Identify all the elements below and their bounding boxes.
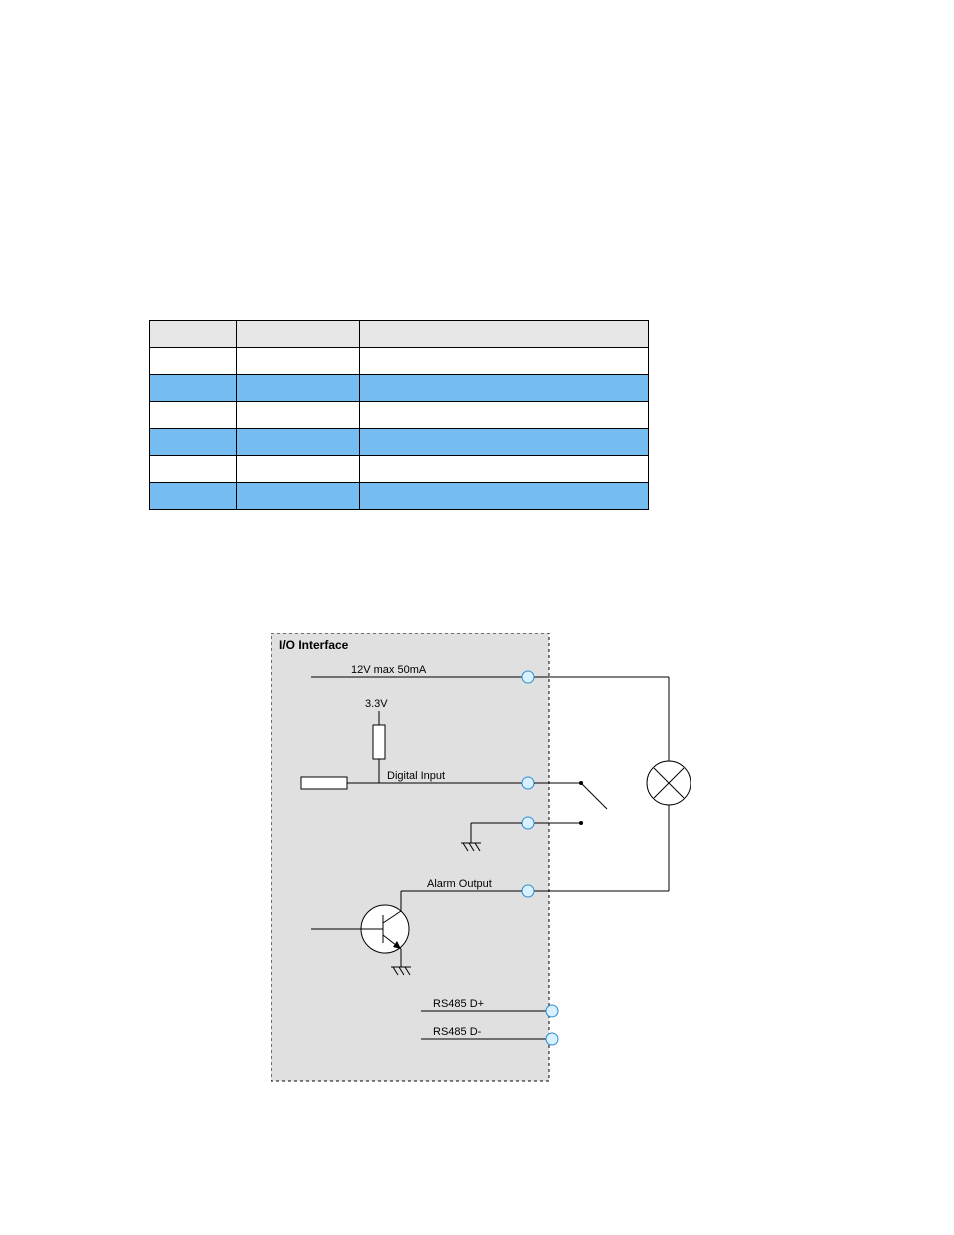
cell bbox=[359, 375, 648, 402]
cell bbox=[359, 483, 648, 510]
logic-voltage-label: 3.3V bbox=[365, 698, 388, 710]
cell bbox=[236, 456, 359, 483]
terminal-icon bbox=[522, 671, 534, 683]
cell bbox=[150, 375, 237, 402]
cell bbox=[150, 348, 237, 375]
cell bbox=[236, 348, 359, 375]
cell bbox=[236, 483, 359, 510]
cell bbox=[359, 402, 648, 429]
cell bbox=[236, 402, 359, 429]
cell bbox=[236, 429, 359, 456]
table-row bbox=[150, 456, 649, 483]
table-header-row bbox=[150, 321, 649, 348]
alarm-output-label: Alarm Output bbox=[427, 878, 492, 890]
table-row bbox=[150, 375, 649, 402]
cell bbox=[236, 375, 359, 402]
cell bbox=[150, 456, 237, 483]
io-interface-diagram: I/O Interface 12V max 50mA 3.3V Digital … bbox=[271, 633, 691, 1143]
terminal-icon bbox=[546, 1005, 558, 1017]
terminal-icon bbox=[522, 817, 534, 829]
cell bbox=[150, 483, 237, 510]
cell bbox=[359, 456, 648, 483]
col-3-header bbox=[359, 321, 648, 348]
table-row bbox=[150, 348, 649, 375]
cell bbox=[150, 402, 237, 429]
diagram-title: I/O Interface bbox=[279, 638, 349, 652]
power-label: 12V max 50mA bbox=[351, 664, 427, 676]
pin-table bbox=[149, 320, 649, 510]
cell bbox=[150, 429, 237, 456]
switch-icon bbox=[581, 783, 607, 809]
terminal-icon bbox=[546, 1033, 558, 1045]
digital-input-label: Digital Input bbox=[387, 770, 445, 782]
col-2-header bbox=[236, 321, 359, 348]
rs485-dplus-label: RS485 D+ bbox=[433, 998, 484, 1010]
resistor-icon bbox=[373, 725, 385, 759]
cell bbox=[359, 429, 648, 456]
col-1-header bbox=[150, 321, 237, 348]
rs485-dminus-label: RS485 D- bbox=[433, 1026, 482, 1038]
lamp-icon bbox=[647, 761, 691, 805]
terminal-icon bbox=[522, 777, 534, 789]
table-row bbox=[150, 483, 649, 510]
resistor-icon bbox=[301, 777, 347, 789]
cell bbox=[359, 348, 648, 375]
table-row bbox=[150, 429, 649, 456]
table-row bbox=[150, 402, 649, 429]
terminal-icon bbox=[522, 885, 534, 897]
